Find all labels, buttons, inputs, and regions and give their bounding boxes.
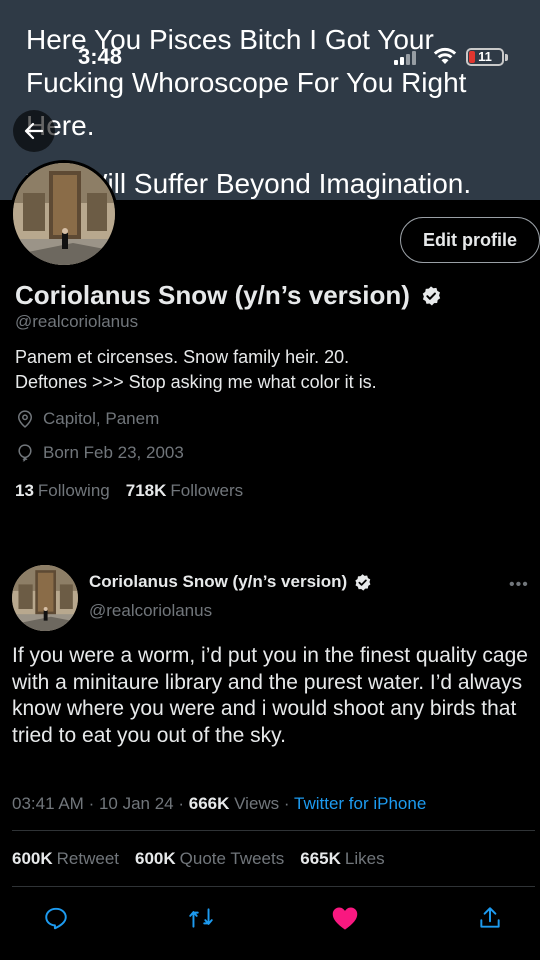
- bio-line: Panem et circenses. Snow family heir. 20…: [15, 347, 350, 367]
- likes-count: 665K: [300, 849, 341, 868]
- retweets-link[interactable]: 600K Retweet: [12, 849, 119, 869]
- profile-handle: @realcoriolanus: [15, 312, 139, 331]
- retweet-icon: [189, 908, 213, 928]
- retweet-button[interactable]: [185, 902, 217, 934]
- tweet-author-name: Coriolanus Snow (y/n’s version): [89, 572, 348, 591]
- battery-level: 11: [478, 49, 492, 64]
- tweet-views-label[interactable]: Views: [234, 794, 279, 813]
- profile-display-name: Coriolanus Snow (y/n’s version): [15, 280, 410, 310]
- avatar-image: [13, 163, 115, 265]
- bio-line: Deftones >>> Stop asking me what color i…: [15, 372, 377, 392]
- cell-signal-icon: [394, 49, 424, 65]
- likes-link[interactable]: 665K Likes: [300, 849, 384, 869]
- tweet-metadata: 03:41 AM · 10 Jan 24 · 666K Views · Twit…: [12, 794, 427, 813]
- battery-icon: 11: [466, 48, 504, 66]
- tweet-text: If you were a worm, i’d put you in the f…: [12, 644, 528, 747]
- back-arrow-icon: [24, 122, 44, 140]
- following-label: Following: [37, 481, 110, 500]
- wifi-icon: [433, 47, 457, 64]
- followers-link[interactable]: 718K Followers: [126, 481, 243, 501]
- profile-name-row: Coriolanus Snow (y/n’s version): [15, 280, 442, 311]
- following-count: 13: [15, 481, 34, 500]
- tweet-views-count: 666K: [188, 794, 230, 813]
- tweet-time: 03:41 AM: [12, 794, 84, 813]
- location-pin-icon: [17, 410, 33, 428]
- back-button[interactable]: [13, 110, 55, 152]
- retweet-count: 600K: [12, 849, 53, 868]
- edit-profile-button[interactable]: Edit profile: [400, 217, 540, 263]
- tweet-author-row[interactable]: Coriolanus Snow (y/n’s version): [89, 572, 372, 592]
- verified-badge-icon: [422, 285, 441, 305]
- profile-avatar[interactable]: [10, 160, 118, 268]
- likes-label: Likes: [344, 849, 385, 868]
- location-text: Capitol, Panem: [43, 409, 160, 428]
- follow-stats: 13 Following 718K Followers: [15, 481, 243, 501]
- like-heart-icon: [332, 907, 358, 930]
- divider: [12, 830, 535, 831]
- quote-count: 600K: [135, 849, 176, 868]
- status-bar: 3:48 11: [0, 40, 540, 72]
- profile-birthdate: Born Feb 23, 2003: [15, 443, 184, 463]
- tweet-source-link[interactable]: Twitter for iPhone: [294, 794, 426, 813]
- status-time: 3:48: [78, 44, 123, 69]
- tweet-engagement-stats: 600K Retweet 600K Quote Tweets 665K Likes: [12, 849, 385, 869]
- share-button[interactable]: [474, 902, 506, 934]
- avatar-image: [12, 565, 78, 631]
- more-dots-icon[interactable]: •••: [509, 576, 529, 594]
- birthday-balloon-icon: [18, 444, 32, 462]
- profile-bio: Panem et circenses. Snow family heir. 20…: [15, 345, 525, 395]
- tweet-author-avatar[interactable]: [12, 565, 78, 631]
- reply-icon: [45, 907, 67, 930]
- banner-line: Here You Pisces Bitch I Got Your Fucking…: [26, 24, 467, 141]
- tweet-author-handle: @realcoriolanus: [89, 601, 213, 620]
- followers-label: Followers: [170, 481, 244, 500]
- profile-location: Capitol, Panem: [15, 409, 159, 429]
- verified-badge-icon: [355, 573, 371, 591]
- share-icon: [480, 907, 500, 928]
- divider: [12, 886, 535, 887]
- tweet-date: 10 Jan 24: [98, 794, 174, 813]
- birthdate-text: Born Feb 23, 2003: [43, 443, 184, 462]
- like-button[interactable]: [329, 902, 361, 934]
- retweet-label: Retweet: [56, 849, 120, 868]
- quote-tweets-link[interactable]: 600K Quote Tweets: [135, 849, 284, 869]
- reply-button[interactable]: [40, 902, 72, 934]
- following-link[interactable]: 13 Following: [15, 481, 110, 501]
- followers-count: 718K: [125, 481, 167, 500]
- quote-label: Quote Tweets: [179, 849, 285, 868]
